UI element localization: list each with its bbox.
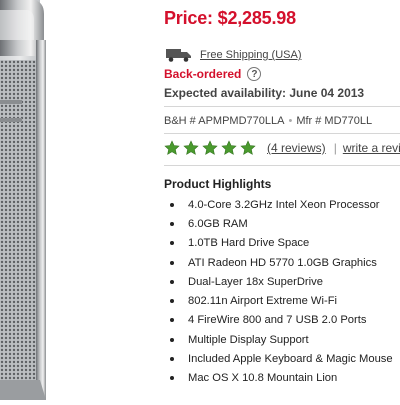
bullet-icon <box>170 318 174 323</box>
list-item: 802.11n Airport Extreme Wi-Fi <box>164 291 393 310</box>
product-image[interactable] <box>0 0 150 400</box>
sku-separator: • <box>288 115 293 127</box>
bullet-icon <box>170 279 174 284</box>
list-item: Dual-Layer 18x SuperDrive <box>164 272 393 291</box>
list-item: 6.0GB RAM <box>164 214 393 233</box>
price: Price: $2,285.98 <box>164 8 296 28</box>
divider <box>164 106 400 107</box>
rating-separator: | <box>333 141 337 155</box>
write-review-link[interactable]: write a review <box>343 141 400 155</box>
stock-status: Back-ordered <box>164 67 242 81</box>
shipping-row[interactable]: Free Shipping (USA) <box>166 48 302 62</box>
bullet-icon <box>170 221 174 226</box>
bullet-icon <box>170 202 174 207</box>
free-shipping-link[interactable]: Free Shipping (USA) <box>200 49 302 61</box>
list-item: Multiple Display Support <box>164 330 393 349</box>
bullet-icon <box>170 260 174 265</box>
divider <box>164 165 400 166</box>
list-item: Mac OS X 10.8 Mountain Lion <box>164 369 393 388</box>
star-icon <box>221 140 237 155</box>
stock-status-row: Back-ordered ? <box>164 67 262 81</box>
list-item: 4 FireWire 800 and 7 USB 2.0 Ports <box>164 311 393 330</box>
question-mark-icon[interactable]: ? <box>247 67 262 81</box>
bullet-icon <box>170 241 174 246</box>
mfr-sku: Mfr # MD770LL <box>296 115 373 127</box>
sku-row: B&H # APMPMD770LLA • Mfr # MD770LL <box>164 115 372 127</box>
list-item: 4.0-Core 3.2GHz Intel Xeon Processor <box>164 195 393 214</box>
star-icon <box>202 140 218 155</box>
highlights-list: 4.0-Core 3.2GHz Intel Xeon Processor 6.0… <box>164 195 393 388</box>
product-info-panel: Price: $2,285.98 Free Shipping (USA) Bac… <box>164 0 400 400</box>
rating-row: (4 reviews) | write a review <box>164 140 400 156</box>
star-icon <box>240 140 256 155</box>
list-item: ATI Radeon HD 5770 1.0GB Graphics <box>164 253 393 272</box>
list-item: Included Apple Keyboard & Magic Mouse <box>164 349 393 368</box>
bullet-icon <box>170 376 174 381</box>
list-item: 1.0TB Hard Drive Space <box>164 234 393 253</box>
divider <box>164 133 400 134</box>
expected-availability: Expected availability: June 04 2013 <box>164 86 365 100</box>
star-icon <box>164 140 180 155</box>
bullet-icon <box>170 357 174 362</box>
bullet-icon <box>170 299 174 304</box>
star-rating[interactable] <box>164 140 259 156</box>
reviews-link[interactable]: (4 reviews) <box>267 141 326 155</box>
star-icon <box>183 140 199 155</box>
bullet-icon <box>170 337 174 342</box>
mac-pro-tower-image <box>0 0 46 400</box>
truck-icon <box>166 48 192 62</box>
bh-sku: B&H # APMPMD770LLA <box>164 115 285 127</box>
highlights-title: Product Highlights <box>164 177 272 191</box>
